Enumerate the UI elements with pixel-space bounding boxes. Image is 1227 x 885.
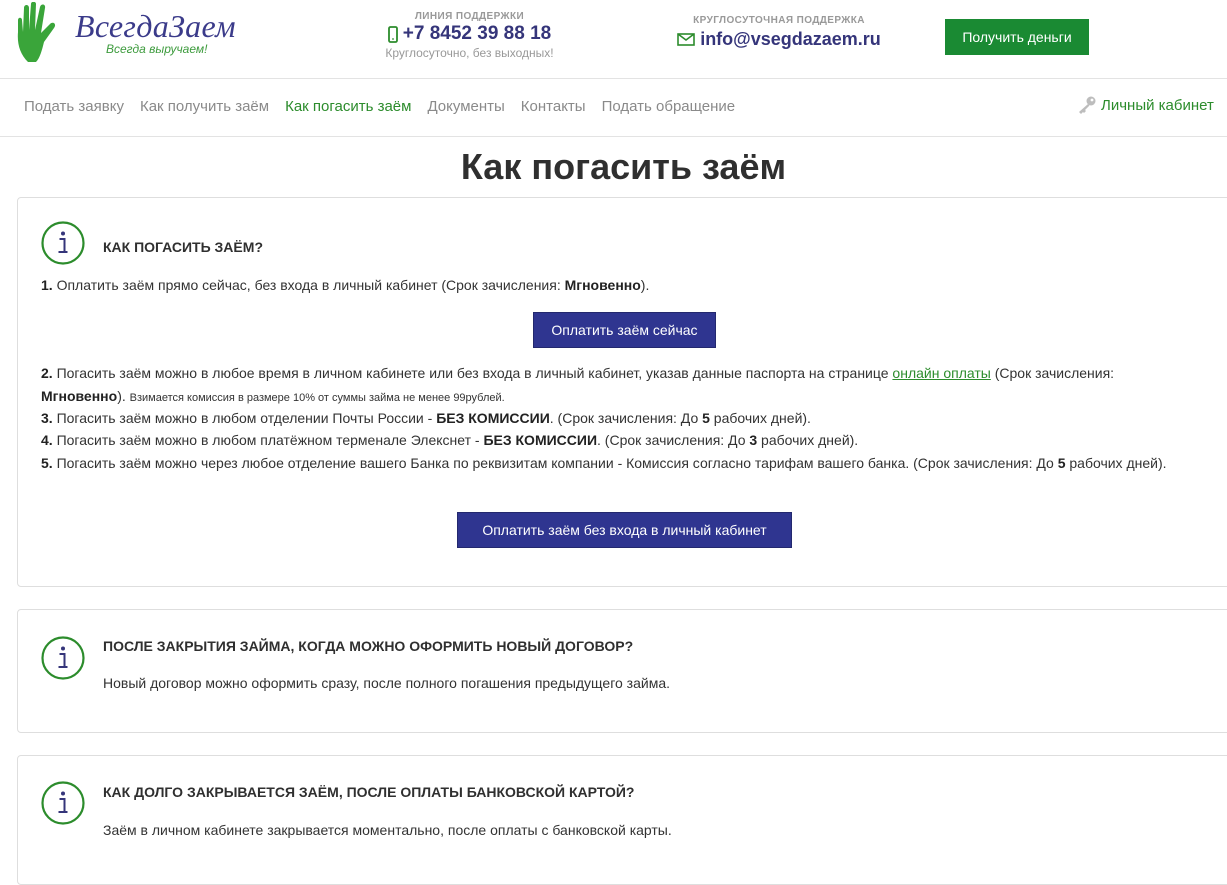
step-text-2: . (Срок зачисления: До — [597, 432, 750, 448]
nav-item-apply[interactable]: Подать заявку — [24, 98, 124, 115]
step-text: Погасить заём можно в любое время в личн… — [56, 365, 893, 381]
support-email-address: info@vsegdazaem.ru — [700, 29, 881, 49]
step-text: Погасить заём можно через любое отделени… — [56, 455, 1058, 471]
step-3: 3. Погасить заём можно в любом отделении… — [41, 407, 1191, 430]
step-text: Погасить заём можно в любом платёжном те… — [56, 432, 484, 448]
step-text-2: . (Срок зачисления: До — [549, 410, 703, 426]
step-bold: БЕЗ КОМИССИИ — [483, 432, 598, 448]
step-bold: БЕЗ КОМИССИИ — [436, 410, 550, 426]
step-number: 5. — [41, 455, 53, 471]
logo-name: ВсегдаЗаем — [75, 8, 236, 44]
key-icon — [1079, 96, 1096, 114]
nav-item-submit-request[interactable]: Подать обращение — [602, 98, 736, 115]
nav-item-documents[interactable]: Документы — [427, 98, 504, 115]
step-4: 4. Погасить заём можно в любом платёжном… — [41, 429, 1191, 452]
logo-tagline: Всегда выручаем! — [106, 42, 208, 56]
step-text-2: (Срок зачисления: — [990, 365, 1115, 381]
step-number: 4. — [41, 432, 53, 448]
step-1: 1. Оплатить заём прямо сейчас, без входа… — [41, 274, 1191, 297]
step-text: Оплатить заём прямо сейчас, без входа в … — [56, 277, 565, 293]
step-bold: Мгновенно — [41, 387, 118, 404]
step-end: рабочих дней). — [709, 410, 811, 426]
personal-cabinet-label: Личный кабинет — [1101, 96, 1214, 114]
step-5: 5. Погасить заём можно через любое отдел… — [41, 452, 1191, 475]
step-end: рабочих дней). — [1065, 455, 1167, 471]
step-days: 5 — [702, 410, 710, 426]
support-caption: ЛИНИЯ ПОДДЕРЖКИ — [414, 11, 525, 22]
nav-item-how-to-repay[interactable]: Как погасить заём — [285, 98, 411, 115]
mobile-phone-icon — [387, 25, 398, 43]
step-end: ). — [117, 387, 126, 404]
support-line: ЛИНИЯ ПОДДЕРЖКИ +7 8452 39 88 18 Круглос… — [368, 11, 571, 60]
card-heading: КАК ДОЛГО ЗАКРЫВАЕТСЯ ЗАЁМ, ПОСЛЕ ОПЛАТЫ… — [103, 784, 635, 800]
envelope-icon — [677, 33, 695, 46]
card-text: Заём в личном кабинете закрывается момен… — [103, 822, 672, 838]
faq-card-how-to-repay: КАК ПОГАСИТЬ ЗАЁМ? 1. Оплатить заём прям… — [17, 197, 1227, 587]
info-icon — [41, 636, 85, 680]
step-bold: Мгновенно — [564, 277, 641, 293]
support-phone[interactable]: +7 8452 39 88 18 — [368, 23, 571, 45]
online-payment-link[interactable]: онлайн оплаты — [892, 365, 990, 381]
faq-card-new-contract: ПОСЛЕ ЗАКРЫТИЯ ЗАЙМА, КОГДА МОЖНО ОФОРМИ… — [17, 609, 1227, 733]
commission-note: Взимается комиссия в размере 10% от сумм… — [129, 391, 505, 404]
card-text: Новый договор можно оформить сразу, посл… — [103, 675, 671, 691]
step-number: 2. — [41, 365, 53, 381]
round-the-clock-caption: КРУГЛОСУТОЧНАЯ ПОДДЕРЖКА — [693, 15, 865, 26]
step-number: 3. — [41, 410, 53, 426]
page-title: Как погасить заём — [460, 146, 787, 187]
logo[interactable]: ВсегдаЗаем Всегда выручаем! — [14, 2, 264, 66]
step-end: ). — [640, 277, 650, 293]
pay-without-login-button[interactable]: Оплатить заём без входа в личный кабинет — [457, 512, 792, 548]
pay-now-button[interactable]: Оплатить заём сейчас — [533, 312, 716, 348]
step-2: 2. Погасить заём можно в любое время в л… — [41, 362, 1191, 409]
support-email[interactable]: info@vsegdazaem.ru — [664, 29, 894, 50]
nav-item-how-to-get[interactable]: Как получить заём — [140, 98, 269, 115]
card-heading: ПОСЛЕ ЗАКРЫТИЯ ЗАЙМА, КОГДА МОЖНО ОФОРМИ… — [103, 638, 634, 654]
support-phone-number: +7 8452 39 88 18 — [402, 23, 552, 44]
hand-logo-icon — [17, 2, 56, 62]
personal-cabinet-link[interactable]: Личный кабинет — [1076, 95, 1214, 115]
info-icon — [41, 221, 85, 265]
card-heading: КАК ПОГАСИТЬ ЗАЁМ? — [103, 239, 263, 255]
info-icon — [41, 781, 85, 825]
top-header: ВсегдаЗаем Всегда выручаем! ЛИНИЯ ПОДДЕР… — [0, 0, 1227, 79]
nav-items: Подать заявку Как получить заём Как пога… — [24, 98, 735, 115]
step-end: рабочих дней). — [757, 432, 859, 448]
support-note: Круглосуточно, без выходных! — [385, 46, 554, 60]
faq-card-card-payment: КАК ДОЛГО ЗАКРЫВАЕТСЯ ЗАЁМ, ПОСЛЕ ОПЛАТЫ… — [17, 755, 1227, 885]
main-nav: Подать заявку Как получить заём Как пога… — [0, 79, 1227, 137]
step-text: Погасить заём можно в любом отделении По… — [56, 410, 437, 426]
get-money-button[interactable]: Получить деньги — [945, 19, 1089, 55]
round-the-clock-support: КРУГЛОСУТОЧНАЯ ПОДДЕРЖКА info@vsegdazaem… — [664, 15, 894, 50]
nav-item-contacts[interactable]: Контакты — [521, 98, 586, 115]
step-number: 1. — [41, 277, 53, 293]
step-days: 3 — [749, 432, 758, 448]
